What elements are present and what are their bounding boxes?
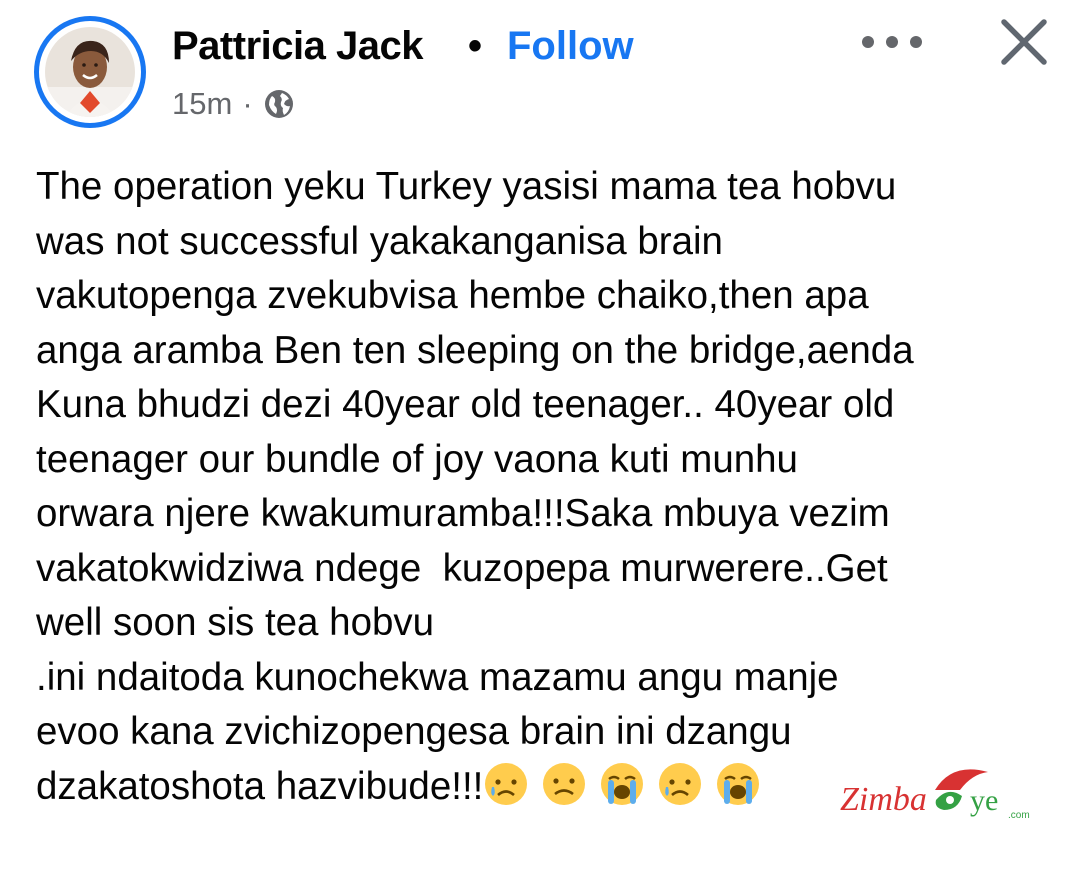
loudly-crying-emoji-icon (717, 762, 760, 805)
sad-tear-emoji-icon (485, 762, 528, 805)
avatar[interactable] (34, 16, 146, 128)
name-separator: • (468, 24, 483, 68)
loudly-crying-emoji-icon (601, 762, 644, 805)
post-text: The operation yeku Turkey yasisi mama te… (36, 165, 914, 808)
sad-tear-emoji-icon (659, 762, 702, 805)
more-dot (862, 36, 874, 48)
timestamp[interactable]: 15m (172, 86, 232, 122)
close-icon[interactable] (996, 14, 1052, 70)
svg-text:.com: .com (1008, 810, 1030, 821)
profile-photo-icon (45, 27, 135, 117)
watermark-logo: Zimba ye .com (840, 760, 1040, 830)
svg-text:Zimba: Zimba (840, 781, 927, 818)
more-dot (886, 36, 898, 48)
post-body: The operation yeku Turkey yasisi mama te… (36, 160, 1046, 814)
svg-text:ye: ye (970, 784, 998, 817)
globe-icon[interactable] (263, 88, 295, 120)
follow-button[interactable]: Follow (507, 24, 634, 69)
more-options-icon[interactable] (862, 20, 922, 64)
more-dot (910, 36, 922, 48)
frown-emoji-icon (543, 762, 586, 805)
emoji-row (483, 762, 773, 808)
post-meta: 15m · (172, 86, 295, 122)
author-name[interactable]: Pattricia Jack (172, 24, 423, 69)
meta-separator: · (242, 86, 253, 121)
